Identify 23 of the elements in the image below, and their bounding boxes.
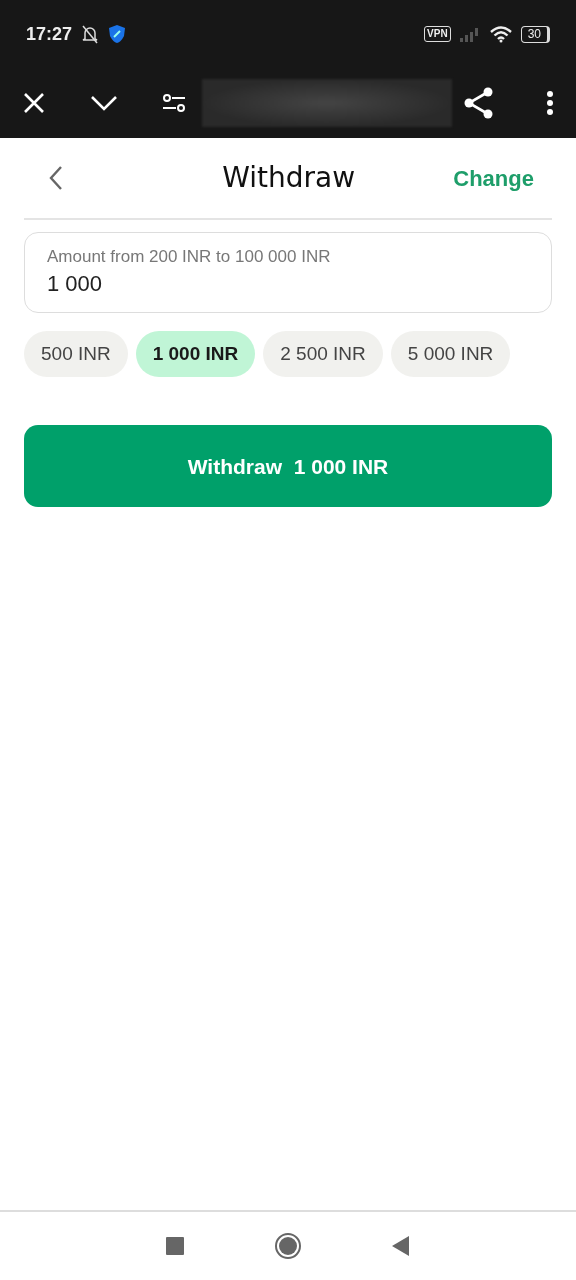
shield-icon — [108, 24, 127, 44]
more-icon[interactable] — [546, 90, 554, 116]
amount-chip[interactable]: 2 500 INR — [263, 331, 383, 378]
amount-chip[interactable]: 500 INR — [24, 331, 128, 378]
wifi-icon — [488, 25, 513, 43]
vpn-indicator: VPN — [424, 26, 451, 42]
home-icon[interactable] — [274, 1232, 302, 1260]
close-icon[interactable] — [22, 91, 46, 115]
amount-chip[interactable]: 1 000 INR — [135, 331, 256, 378]
field-label: Amount from 200 INR to 100 000 INR — [47, 247, 332, 268]
back-icon[interactable] — [48, 165, 64, 191]
filter-icon[interactable] — [162, 93, 186, 113]
battery-indicator: 30 — [520, 25, 550, 43]
status-time: 17:27 — [26, 22, 73, 46]
amount-field[interactable]: Amount from 200 INR to 100 000 INR 1 000 — [24, 232, 552, 314]
muted-bell-icon — [80, 24, 101, 44]
chevron-down-icon[interactable] — [90, 95, 118, 111]
amount-chip[interactable]: 5 000 INR — [390, 331, 511, 378]
signal-icon — [458, 26, 481, 42]
share-icon[interactable] — [464, 87, 494, 119]
page-title: Withdraw — [222, 160, 356, 196]
amount-input[interactable]: 1 000 — [47, 267, 529, 301]
back-nav-icon[interactable] — [392, 1236, 410, 1256]
